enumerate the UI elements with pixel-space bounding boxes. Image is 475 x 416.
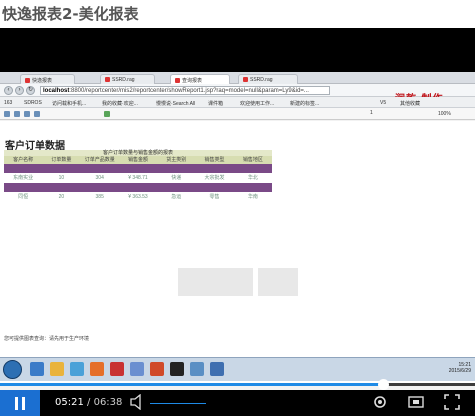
cell: 零售 [209, 194, 220, 200]
cell: 华北 [247, 175, 258, 181]
current-time: 05:21 [55, 397, 84, 408]
column-header: 订单产品数量 [84, 157, 115, 163]
bookmarks-bar: 163 SDROS 访问载和手机... 我的收藏·欢迎... 慢慢说·Searc… [0, 97, 475, 108]
print-icon[interactable] [4, 111, 10, 117]
cell: 急运 [171, 194, 182, 200]
cell: 华南 [247, 194, 258, 200]
report-table: 客户订单数量与销售金额的报表 客户名称 订单数量 订单产品数量 销售金额 货主类… [4, 150, 272, 202]
time-display: 05:21 / 06:38 [55, 397, 123, 408]
bookmark-item[interactable]: 课件箱 [208, 100, 223, 107]
folder-icon[interactable] [50, 362, 64, 376]
address-bar: ‹ › ↻ localhost:8800/reportcenter/mis2/r… [0, 84, 475, 105]
bookmark-item[interactable]: 新建的标签... [290, 100, 319, 107]
bookmark-item[interactable]: 163 [4, 100, 12, 106]
export-excel-icon[interactable] [14, 111, 20, 117]
cell: 10 [58, 175, 65, 181]
report-toolbar: 1 100% [0, 108, 475, 120]
browser-tab[interactable]: SSRD.rag [238, 74, 298, 84]
bookmark-item[interactable]: V5 [380, 100, 386, 106]
app-icon[interactable] [190, 362, 204, 376]
bookmark-item[interactable]: 其他收藏 [400, 100, 420, 107]
cell: 大宗批发 [204, 175, 225, 181]
cell: 20 [58, 194, 65, 200]
seek-progress [0, 383, 384, 386]
cell: 同恒 [18, 194, 29, 200]
cell: ¥ 363.53 [128, 194, 148, 200]
bookmark-item[interactable]: 欢迎使用工作... [240, 100, 274, 107]
bookmark-item[interactable]: SDROS [24, 100, 42, 106]
page-title: 快逸报表2-美化报表 [2, 5, 139, 23]
export-word-icon[interactable] [34, 111, 40, 117]
chrome-icon[interactable] [90, 362, 104, 376]
player-controls: 05:21 / 06:38 [0, 390, 475, 416]
volume-slider[interactable] [150, 403, 206, 404]
cell: 快递 [171, 175, 182, 181]
back-icon[interactable]: ‹ [4, 86, 13, 95]
page-title-bar: 快逸报表2-美化报表 [0, 0, 475, 28]
url-input[interactable]: localhost:8800/reportcenter/mis2/reportc… [40, 86, 330, 95]
browser-tab[interactable]: 快逸报表 [20, 74, 75, 84]
app-icon[interactable] [130, 362, 144, 376]
start-menu-icon[interactable] [3, 360, 22, 379]
volume-icon[interactable] [130, 394, 144, 410]
powerpoint-icon[interactable] [150, 362, 164, 376]
report-group-band [4, 164, 272, 173]
app-icon[interactable] [210, 362, 224, 376]
favicon-icon [243, 77, 248, 83]
picture-in-picture-icon[interactable] [408, 394, 424, 410]
status-text: 您可提供图表查询：请先用于生产环境 [4, 336, 90, 342]
column-header: 客户名称 [13, 157, 34, 163]
video-frame: 快逸报表 SSRD.rag 查询报表 SSRD.rag ‹ › ↻ localh… [0, 72, 475, 402]
duration: 06:38 [93, 397, 123, 408]
refresh-report-icon[interactable] [104, 111, 110, 117]
system-clock: 15:21 2015/6/29 [448, 362, 471, 374]
favicon-icon [25, 78, 30, 84]
overlay-box [178, 268, 253, 296]
favicon-icon [175, 78, 180, 84]
export-pdf-icon[interactable] [24, 111, 30, 117]
overlay-box [258, 268, 298, 296]
fullscreen-icon[interactable] [444, 394, 460, 410]
column-header: 销售类型 [204, 157, 225, 163]
table-row: 东南实业 10 304 ¥ 348.71 快递 大宗批发 华北 [4, 173, 272, 183]
cell: 304 [95, 175, 104, 181]
app-icon[interactable] [110, 362, 124, 376]
page-nav-input[interactable]: 1 [370, 110, 373, 116]
report-group-band [4, 183, 272, 192]
cell: 385 [95, 194, 104, 200]
column-header: 订单数量 [51, 157, 72, 163]
report-page: 客户订单数据 客户订单数量与销售金额的报表 客户名称 订单数量 订单产品数量 销… [0, 121, 475, 383]
gear-icon[interactable] [372, 394, 388, 410]
bookmark-item[interactable]: 访问载和手机... [52, 100, 86, 107]
terminal-icon[interactable] [170, 362, 184, 376]
bookmark-item[interactable]: 我的收藏·欢迎... [102, 100, 138, 107]
browser-tab-active[interactable]: 查询报表 [170, 74, 230, 84]
browser-tab-bar: 快逸报表 SSRD.rag 查询报表 SSRD.rag [0, 72, 475, 84]
video-player[interactable]: 快逸报表 SSRD.rag 查询报表 SSRD.rag ‹ › ↻ localh… [0, 28, 475, 416]
pause-icon [15, 397, 18, 410]
column-header: 销售金额 [127, 157, 148, 163]
bookmark-item[interactable]: 慢慢说·Search All [156, 100, 195, 107]
column-header: 货主类别 [166, 157, 187, 163]
column-header: 销售地区 [242, 157, 263, 163]
table-row: 同恒 20 385 ¥ 363.53 急运 零售 华南 [4, 192, 272, 202]
pause-button[interactable] [0, 390, 40, 416]
cell: ¥ 348.71 [128, 175, 148, 181]
report-header-row: 客户名称 订单数量 订单产品数量 销售金额 货主类别 销售类型 销售地区 [4, 156, 272, 164]
media-icon[interactable] [70, 362, 84, 376]
favicon-icon [105, 77, 110, 83]
os-taskbar: 15:21 2015/6/29 [0, 357, 475, 381]
refresh-icon[interactable]: ↻ [26, 86, 35, 95]
pause-icon [22, 397, 25, 410]
forward-icon[interactable]: › [15, 86, 24, 95]
zoom-level[interactable]: 100% [438, 111, 451, 117]
ie-icon[interactable] [30, 362, 44, 376]
cell: 东南实业 [13, 175, 34, 181]
browser-tab[interactable]: SSRD.rag [100, 74, 155, 84]
